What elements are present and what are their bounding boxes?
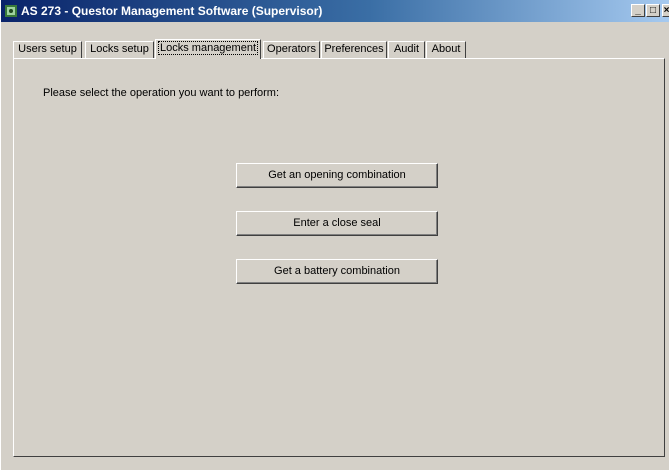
window-title: AS 273 - Questor Management Software (Su… [21,4,323,18]
tab-label: About [431,43,461,55]
maximize-button[interactable]: □ [646,4,660,17]
tab-label: Preferences [324,43,384,55]
tab-users-setup[interactable]: Users setup [13,41,82,58]
tab-label: Users setup [18,43,77,55]
tab-label: Locks setup [90,43,149,55]
tab-label: Audit [393,43,420,55]
get-opening-combination-button[interactable]: Get an opening combination [236,163,438,188]
get-battery-combination-button[interactable]: Get a battery combination [236,259,438,284]
close-button[interactable]: × [662,4,669,17]
tab-audit[interactable]: Audit [388,41,425,58]
enter-close-seal-button[interactable]: Enter a close seal [236,211,438,236]
minimize-button[interactable]: _ [631,4,645,17]
tab-label: Locks management [158,41,258,55]
app-window: AS 273 - Questor Management Software (Su… [0,0,669,470]
tab-preferences[interactable]: Preferences [321,41,387,58]
tab-operators[interactable]: Operators [263,41,320,58]
tab-about[interactable]: About [426,41,466,58]
tab-label: Operators [267,43,316,55]
tab-locks-setup[interactable]: Locks setup [85,41,154,58]
app-icon[interactable] [4,4,18,18]
title-bar[interactable]: AS 273 - Questor Management Software (Su… [1,0,669,22]
locks-management-panel: Please select the operation you want to … [13,58,665,457]
tab-locks-management[interactable]: Locks management [155,39,261,59]
operation-prompt: Please select the operation you want to … [43,87,280,99]
